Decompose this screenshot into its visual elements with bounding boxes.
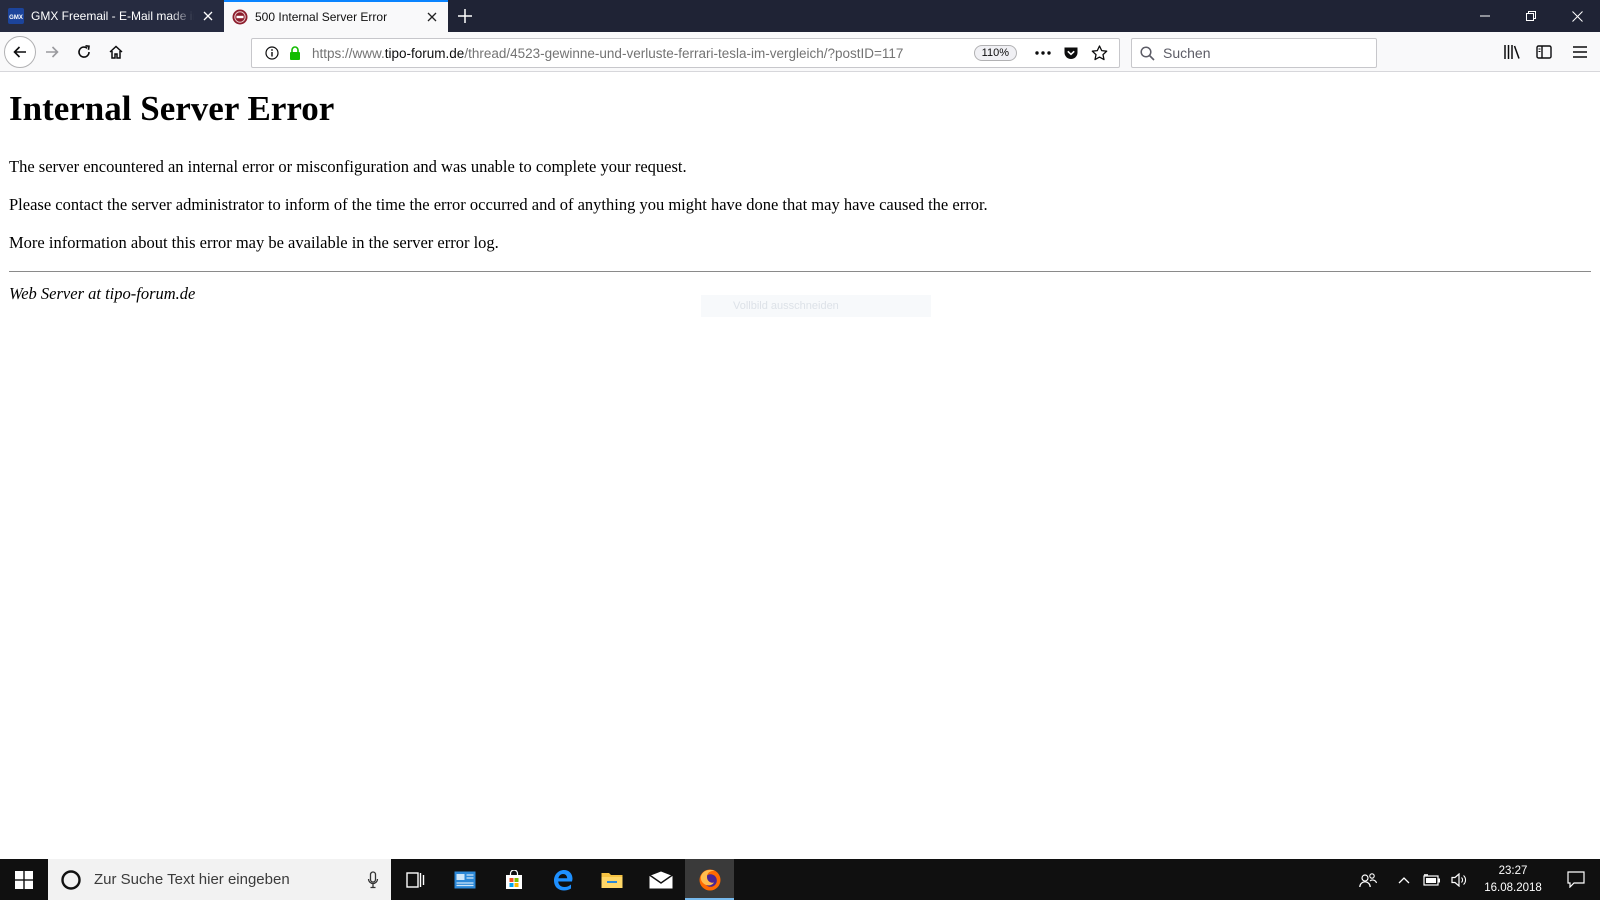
restore-button[interactable]: [1508, 0, 1554, 32]
battery-plug-icon: [1423, 873, 1440, 886]
menu-button[interactable]: [1560, 36, 1600, 68]
speaker-icon: [1451, 872, 1466, 887]
sidebar-button[interactable]: [1528, 36, 1560, 68]
gmx-favicon-icon: GMX: [8, 8, 24, 24]
tab-error[interactable]: 500 Internal Server Error: [224, 0, 448, 32]
page-actions-icon[interactable]: [1029, 41, 1057, 65]
bookmark-star-icon[interactable]: [1085, 41, 1113, 65]
windows-logo-icon: [15, 870, 33, 889]
system-tray: 23:27 16.08.2018: [1354, 859, 1600, 900]
cortana-icon: [61, 869, 81, 890]
home-icon: [109, 44, 123, 59]
search-input[interactable]: [1163, 45, 1363, 61]
plus-icon: [458, 9, 472, 23]
taskbar-clock[interactable]: 23:27 16.08.2018: [1474, 859, 1552, 900]
pocket-icon[interactable]: [1057, 41, 1085, 65]
error-paragraph: The server encountered an internal error…: [9, 157, 687, 177]
search-bar[interactable]: [1131, 38, 1377, 68]
taskbar-app-mail[interactable]: [636, 859, 685, 900]
minimize-button[interactable]: [1462, 0, 1508, 32]
toolbar-right: [1496, 36, 1600, 68]
store-icon: [505, 869, 522, 889]
tab-gmx[interactable]: GMX GMX Freemail - E-Mail made in German…: [0, 0, 224, 32]
taskbar-app-news[interactable]: [440, 859, 489, 900]
tab-strip: GMX GMX Freemail - E-Mail made in German…: [0, 0, 1600, 32]
zoom-level-badge[interactable]: 110%: [973, 45, 1017, 61]
tab-title: GMX Freemail - E-Mail made in Germany: [31, 9, 194, 23]
taskbar-search-box[interactable]: Zur Suche Text hier eingeben: [48, 859, 391, 900]
taskbar-app-store[interactable]: [489, 859, 538, 900]
notification-icon: [1567, 871, 1585, 888]
volume-button[interactable]: [1446, 859, 1474, 900]
news-app-icon: [454, 871, 475, 888]
arrow-left-icon: [13, 45, 26, 58]
close-window-button[interactable]: [1554, 0, 1600, 32]
reload-icon: [78, 44, 90, 58]
fiat-favicon-icon: [232, 9, 248, 25]
navigation-toolbar: https://www.tipo-forum.de/thread/4523-ge…: [0, 32, 1600, 72]
taskbar-app-edge[interactable]: [538, 859, 587, 900]
edge-icon: [553, 869, 572, 890]
error-paragraph: More information about this error may be…: [9, 232, 499, 252]
divider: [9, 270, 1591, 272]
sidebar-icon: [1536, 45, 1552, 59]
clock-date: 16.08.2018: [1484, 881, 1542, 894]
arrow-right-icon: [46, 45, 59, 58]
folder-icon: [601, 872, 622, 888]
taskbar-app-explorer[interactable]: [587, 859, 636, 900]
url-text[interactable]: https://www.tipo-forum.de/thread/4523-ge…: [312, 46, 966, 61]
people-button[interactable]: [1354, 859, 1382, 900]
close-tab-icon[interactable]: [200, 8, 216, 24]
battery-button[interactable]: [1418, 859, 1446, 900]
close-tab-icon[interactable]: [424, 9, 440, 25]
forward-button[interactable]: [36, 36, 68, 68]
new-tab-button[interactable]: [448, 0, 482, 32]
show-hidden-icons-button[interactable]: [1390, 859, 1418, 900]
task-view-button[interactable]: [391, 859, 440, 900]
tab-title: 500 Internal Server Error: [255, 10, 388, 24]
search-icon: [1140, 45, 1155, 61]
page-title: Internal Server Error: [9, 89, 335, 128]
mail-icon: [648, 871, 673, 888]
svg-text:GMX: GMX: [9, 15, 23, 21]
task-view-icon: [405, 871, 424, 888]
taskbar-app-firefox[interactable]: [685, 859, 734, 900]
firefox-icon: [699, 869, 720, 890]
minimize-icon: [1480, 15, 1490, 17]
windows-taskbar: Zur Suche Text hier eingeben 23:27 16.08…: [0, 859, 1600, 900]
tabstrip-drag-area[interactable]: [482, 0, 1462, 32]
library-icon: [1504, 45, 1520, 59]
action-center-button[interactable]: [1552, 859, 1600, 900]
address-bar[interactable]: https://www.tipo-forum.de/thread/4523-ge…: [251, 38, 1120, 68]
restore-icon: [1526, 11, 1536, 21]
home-button[interactable]: [100, 36, 132, 68]
library-button[interactable]: [1496, 36, 1528, 68]
people-icon: [1359, 872, 1377, 887]
chevron-up-icon: [1398, 876, 1410, 883]
clock-time: 23:27: [1498, 864, 1528, 877]
start-button[interactable]: [0, 859, 48, 900]
lock-icon[interactable]: [286, 41, 304, 65]
taskbar-search-placeholder: Zur Suche Text hier eingeben: [94, 871, 290, 888]
ghost-tooltip: Vollbild ausschneiden: [701, 295, 931, 317]
close-icon: [1571, 10, 1583, 22]
hamburger-menu-icon: [1573, 46, 1587, 58]
back-button[interactable]: [4, 35, 36, 68]
reload-button[interactable]: [68, 36, 100, 68]
info-icon[interactable]: [258, 41, 286, 65]
error-paragraph: Please contact the server administrator …: [9, 195, 988, 215]
microphone-icon[interactable]: [367, 870, 379, 889]
page-content: Internal Server Error The server encount…: [0, 73, 1600, 859]
